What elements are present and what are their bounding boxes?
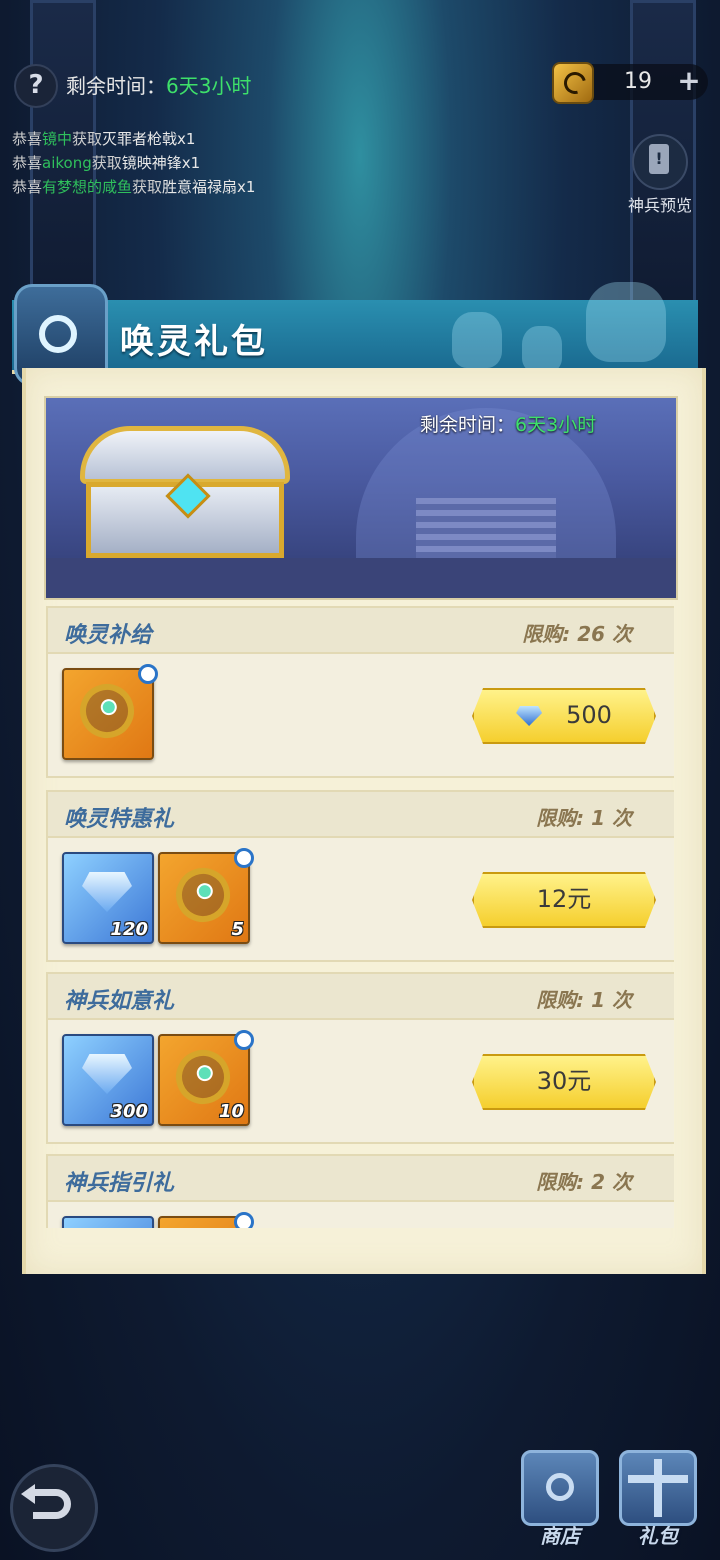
item-quantity: 5 xyxy=(231,919,244,940)
package-name: 神兵指引礼 xyxy=(64,1171,175,1196)
package-card: 唤灵补给 限购: 26 次 500 xyxy=(46,606,674,778)
broadcast-line: 恭喜aikong获取镜映神锋x1 xyxy=(12,152,200,173)
package-header: 神兵如意礼 限购: 1 次 xyxy=(48,974,674,1020)
banner-stairs xyxy=(416,498,556,558)
package-card: 神兵如意礼 限购: 1 次 300 10 30元 xyxy=(46,972,674,1144)
panel-title: 唤灵礼包 xyxy=(120,322,268,362)
item-quantity: 300 xyxy=(110,1101,148,1122)
buy-price: 500 xyxy=(566,701,612,729)
banner-timer-label: 剩余时间： xyxy=(420,414,516,436)
broadcast-action: 获取 xyxy=(72,130,103,148)
broadcast-item: 灭罪者枪戟x1 xyxy=(102,130,196,148)
broadcast-prefix: 恭喜 xyxy=(12,178,43,196)
buy-price: 12元 xyxy=(536,885,592,913)
diamond-item-slot[interactable]: 300 xyxy=(62,1034,154,1126)
add-currency-button[interactable]: + xyxy=(674,67,704,97)
package-card: 神兵指引礼 限购: 2 次 xyxy=(46,1154,674,1228)
weapon-item-slot[interactable] xyxy=(62,664,158,760)
clock-icon xyxy=(234,848,254,868)
weapon-icon xyxy=(168,860,238,930)
mascot-silhouette-icon xyxy=(522,326,562,372)
package-content: 300 10 30元 xyxy=(48,1020,674,1142)
tab-shop[interactable]: 商店 xyxy=(518,1450,602,1549)
broadcast-line: 恭喜镜中获取灭罪者枪戟x1 xyxy=(12,128,195,149)
package-name: 唤灵特惠礼 xyxy=(64,807,175,832)
package-content: 500 xyxy=(48,654,674,776)
broadcast-player: 有梦想的咸鱼 xyxy=(42,178,133,196)
purchase-limit: 限购: 2 次 xyxy=(536,1170,632,1194)
package-header: 神兵指引礼 限购: 2 次 xyxy=(48,1156,674,1202)
weapon-item-slot[interactable]: 10 xyxy=(158,1030,254,1126)
weapon-preview-label: 神兵预览 xyxy=(627,196,692,215)
clock-icon xyxy=(234,1030,254,1050)
currency-counter: 19 + xyxy=(552,62,708,104)
package-card: 唤灵特惠礼 限购: 1 次 120 5 12元 xyxy=(46,790,674,962)
clock-icon xyxy=(138,664,158,684)
clock-icon xyxy=(234,1212,254,1228)
weapon-preview-button[interactable]: 神兵预览 xyxy=(620,134,700,216)
gift-icon xyxy=(619,1450,697,1526)
buy-button[interactable]: 500 xyxy=(472,688,656,744)
back-arrow-icon xyxy=(21,1484,71,1519)
treasure-chest-icon xyxy=(80,426,290,558)
tab-gift[interactable]: 礼包 xyxy=(616,1450,700,1549)
diamond-item-slot[interactable] xyxy=(62,1216,154,1228)
preview-card-icon xyxy=(632,134,688,190)
package-header: 唤灵特惠礼 限购: 1 次 xyxy=(48,792,674,838)
broadcast-action: 获取 xyxy=(91,154,122,172)
purchase-limit: 限购: 26 次 xyxy=(522,622,632,646)
summon-token-icon xyxy=(552,62,594,104)
buy-button[interactable]: 30元 xyxy=(472,1054,656,1110)
mascot-silhouette-icon xyxy=(452,312,502,368)
currency-value: 19 xyxy=(624,69,652,94)
back-button[interactable] xyxy=(10,1464,98,1552)
broadcast-player: 镜中 xyxy=(42,130,73,148)
banner-timer: 剩余时间：6天3小时 xyxy=(420,410,596,437)
package-name: 神兵如意礼 xyxy=(64,989,175,1014)
buy-button[interactable]: 12元 xyxy=(472,872,656,928)
diamond-icon xyxy=(516,706,543,726)
diamond-item-slot[interactable]: 120 xyxy=(62,852,154,944)
item-quantity: 10 xyxy=(218,1101,244,1122)
help-button[interactable]: ? xyxy=(14,64,58,108)
buy-price: 30元 xyxy=(536,1067,592,1095)
package-content xyxy=(48,1202,674,1228)
event-timer-value: 6天3小时 xyxy=(166,74,252,98)
broadcast-line: 恭喜有梦想的咸鱼获取胜意福禄扇x1 xyxy=(12,176,255,197)
package-header: 唤灵补给 限购: 26 次 xyxy=(48,608,674,654)
weapon-icon xyxy=(72,676,142,746)
broadcast-prefix: 恭喜 xyxy=(12,130,43,148)
event-timer: 剩余时间：6天3小时 xyxy=(66,70,251,99)
package-content: 120 5 12元 xyxy=(48,838,674,960)
broadcast-prefix: 恭喜 xyxy=(12,154,43,172)
banner-timer-value: 6天3小时 xyxy=(515,414,597,436)
banner-floor xyxy=(46,558,676,598)
broadcast-item: 胜意福禄扇x1 xyxy=(162,178,256,196)
event-timer-label: 剩余时间： xyxy=(66,74,166,98)
broadcast-player: aikong xyxy=(42,154,92,172)
broadcast-action: 获取 xyxy=(132,178,163,196)
purchase-limit: 限购: 1 次 xyxy=(536,806,632,830)
package-list[interactable]: 唤灵补给 限购: 26 次 500 唤灵特惠礼 限购: 1 次 120 5 12… xyxy=(46,606,674,1228)
item-quantity: 120 xyxy=(110,919,148,940)
diamond-icon xyxy=(82,872,132,912)
package-name: 唤灵补给 xyxy=(64,623,153,648)
broadcast-item: 镜映神锋x1 xyxy=(121,154,201,172)
diamond-icon xyxy=(82,1054,132,1094)
weapon-icon xyxy=(168,1224,238,1228)
shop-icon xyxy=(521,1450,599,1526)
weapon-item-slot[interactable] xyxy=(158,1212,254,1228)
mascot-silhouette-icon xyxy=(586,282,666,362)
weapon-item-slot[interactable]: 5 xyxy=(158,848,254,944)
purchase-limit: 限购: 1 次 xyxy=(536,988,632,1012)
